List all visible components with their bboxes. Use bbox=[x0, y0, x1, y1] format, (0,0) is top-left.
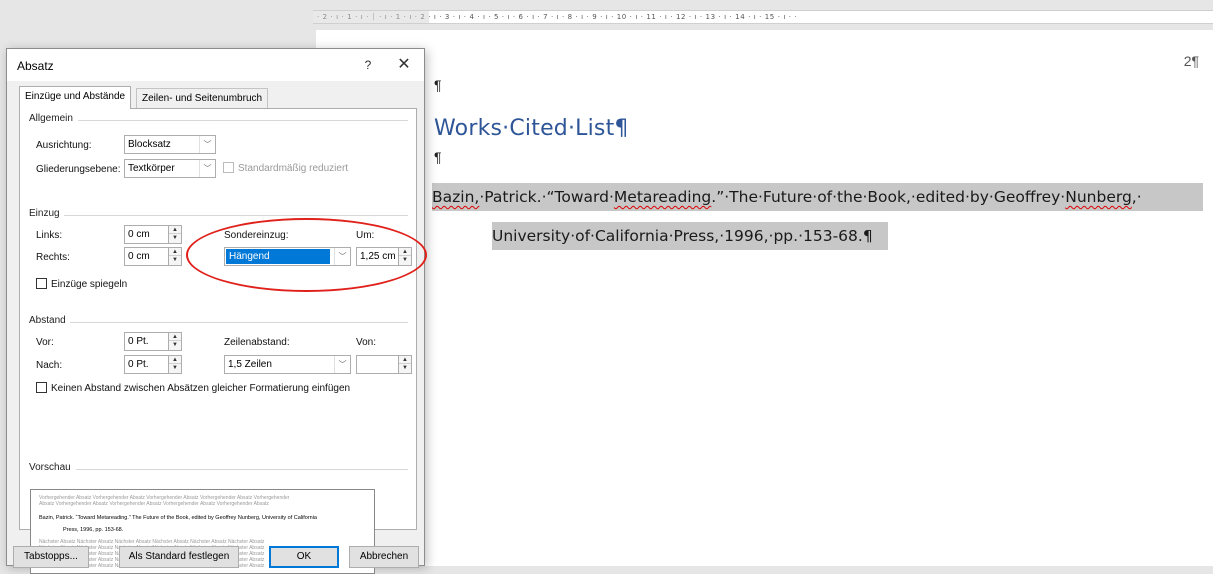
spinner-buttons[interactable]: ▲ ▼ bbox=[398, 356, 411, 373]
gliederungsebene-label: Gliederungsebene: bbox=[36, 164, 121, 175]
preview-current-paragraph: Bazin, Patrick. “Toward Metareading.” Th… bbox=[39, 515, 317, 521]
spin-up-icon[interactable]: ▲ bbox=[169, 226, 181, 234]
page-number: 2¶ bbox=[1183, 53, 1199, 69]
standard-reduziert-label: Standardmäßig reduziert bbox=[238, 163, 349, 174]
keinen-abstand-checkbox[interactable] bbox=[36, 382, 47, 393]
vor-label: Vor: bbox=[36, 337, 54, 348]
von-label: Von: bbox=[356, 337, 377, 348]
einzuege-spiegeln-checkbox[interactable] bbox=[36, 278, 47, 289]
horizontal-ruler[interactable]: · 2 · ı · 1 · ı · ⏐ · ı · 1 · ı · 2 · ı … bbox=[0, 0, 1213, 28]
ok-button[interactable]: OK bbox=[269, 546, 339, 568]
chevron-down-icon: ﹀ bbox=[199, 160, 215, 177]
gliederungsebene-select[interactable]: Textkörper ﹀ bbox=[124, 159, 216, 178]
links-spinner[interactable]: 0 cm ▲ ▼ bbox=[124, 225, 182, 244]
standard-reduziert-checkbox[interactable] bbox=[223, 162, 234, 173]
nach-spinner[interactable]: 0 Pt. ▲ ▼ bbox=[124, 355, 182, 374]
cancel-button[interactable]: Abbrechen bbox=[349, 546, 419, 568]
works-cited-heading[interactable]: Works·Cited·List¶ bbox=[434, 116, 629, 141]
tabstopps-button[interactable]: Tabstopps... bbox=[13, 546, 89, 568]
spin-up-icon[interactable]: ▲ bbox=[169, 356, 181, 364]
section-allgemein: Allgemein bbox=[29, 113, 73, 124]
vor-spinner[interactable]: 0 Pt. ▲ ▼ bbox=[124, 332, 182, 351]
spin-down-icon[interactable]: ▼ bbox=[169, 234, 181, 242]
citation-line-1[interactable]: Bazin,·Patrick.·“Toward·Metareading.”·Th… bbox=[432, 183, 1203, 211]
zeilenabstand-select[interactable]: 1,5 Zeilen ﹀ bbox=[224, 355, 351, 374]
paragraph-mark: ¶ bbox=[434, 77, 442, 93]
spin-down-icon[interactable]: ▼ bbox=[169, 256, 181, 264]
zeilenabstand-label: Zeilenabstand: bbox=[224, 337, 290, 348]
von-spinner[interactable]: ▲ ▼ bbox=[356, 355, 412, 374]
chevron-down-icon: ﹀ bbox=[334, 356, 350, 373]
spinner-buttons[interactable]: ▲ ▼ bbox=[168, 333, 181, 350]
citation-text: ·Patrick.·“Toward· bbox=[479, 188, 614, 206]
rechts-value: 0 cm bbox=[128, 251, 150, 262]
divider bbox=[78, 120, 408, 121]
divider bbox=[64, 215, 408, 216]
citation-text: .”·The·Future·of·the·Book,·edited·by·Geo… bbox=[711, 188, 1066, 206]
rechts-label: Rechts: bbox=[36, 252, 70, 263]
dialog-title: Absatz bbox=[17, 59, 54, 73]
red-highlight-ellipse bbox=[186, 218, 427, 292]
divider bbox=[70, 322, 408, 323]
spelling-error-metareading[interactable]: Metareading bbox=[614, 188, 711, 206]
citation-text: ,· bbox=[1131, 188, 1142, 206]
links-value: 0 cm bbox=[128, 229, 150, 240]
spelling-error-bazin[interactable]: Bazin, bbox=[432, 188, 479, 206]
section-einzug: Einzug bbox=[29, 208, 60, 219]
nach-value: 0 Pt. bbox=[128, 359, 149, 370]
set-default-button[interactable]: Als Standard festlegen bbox=[119, 546, 239, 568]
rechts-spinner[interactable]: 0 cm ▲ ▼ bbox=[124, 247, 182, 266]
tab-indents-spacing[interactable]: Einzüge und Abstände bbox=[19, 86, 132, 109]
spin-down-icon[interactable]: ▼ bbox=[169, 341, 181, 349]
close-icon[interactable]: ✕ bbox=[391, 54, 417, 76]
tab-panel: Allgemein Ausrichtung: Blocksatz ﹀ Glied… bbox=[19, 108, 417, 574]
paragraph-dialog[interactable]: Absatz ? ✕ Einzüge und Abstände Zeilen- … bbox=[6, 48, 425, 574]
spinner-buttons[interactable]: ▲ ▼ bbox=[168, 356, 181, 373]
links-label: Links: bbox=[36, 230, 63, 241]
spin-down-icon[interactable]: ▼ bbox=[399, 364, 411, 372]
ruler-scale[interactable]: · 2 · ı · 1 · ı · ⏐ · ı · 1 · ı · 2 · ı … bbox=[313, 10, 1213, 24]
ausrichtung-select[interactable]: Blocksatz ﹀ bbox=[124, 135, 216, 154]
section-abstand: Abstand bbox=[29, 315, 66, 326]
citation-line-2[interactable]: University·of·California·Press,·1996,·pp… bbox=[492, 222, 888, 250]
vor-value: 0 Pt. bbox=[128, 336, 149, 347]
spin-down-icon[interactable]: ▼ bbox=[169, 364, 181, 372]
tab-line-page-breaks[interactable]: Zeilen- und Seitenumbruch bbox=[136, 88, 269, 108]
ausrichtung-label: Ausrichtung: bbox=[36, 140, 92, 151]
preview-current-paragraph: Press, 1996, pp. 153-68. bbox=[63, 527, 124, 533]
spin-up-icon[interactable]: ▲ bbox=[399, 356, 411, 364]
paragraph-mark: ¶ bbox=[434, 149, 442, 165]
divider bbox=[76, 469, 408, 470]
nach-label: Nach: bbox=[36, 360, 63, 371]
keinen-abstand-label: Keinen Abstand zwischen Absätzen gleiche… bbox=[51, 383, 351, 394]
preview-previous-paragraph: Absatz Vorhergehender Absatz Vorhergehen… bbox=[39, 501, 269, 507]
document-page[interactable]: 2¶ ¶ Works·Cited·List¶ ¶ Bazin,·Patrick.… bbox=[316, 30, 1213, 566]
ausrichtung-value: Blocksatz bbox=[128, 139, 171, 150]
spinner-buttons[interactable]: ▲ ▼ bbox=[168, 226, 181, 243]
help-button[interactable]: ? bbox=[357, 55, 379, 75]
ruler-margin-shade bbox=[313, 10, 429, 24]
spelling-error-nunberg[interactable]: Nunberg bbox=[1065, 188, 1132, 206]
gliederungsebene-value: Textkörper bbox=[128, 163, 175, 174]
zeilenabstand-value: 1,5 Zeilen bbox=[228, 359, 272, 370]
spin-up-icon[interactable]: ▲ bbox=[169, 333, 181, 341]
spin-up-icon[interactable]: ▲ bbox=[169, 248, 181, 256]
einzuege-spiegeln-label: Einzüge spiegeln bbox=[51, 279, 128, 290]
spinner-buttons[interactable]: ▲ ▼ bbox=[168, 248, 181, 265]
chevron-down-icon: ﹀ bbox=[199, 136, 215, 153]
section-vorschau: Vorschau bbox=[29, 462, 71, 473]
dialog-titlebar[interactable]: Absatz ? ✕ bbox=[7, 49, 424, 81]
